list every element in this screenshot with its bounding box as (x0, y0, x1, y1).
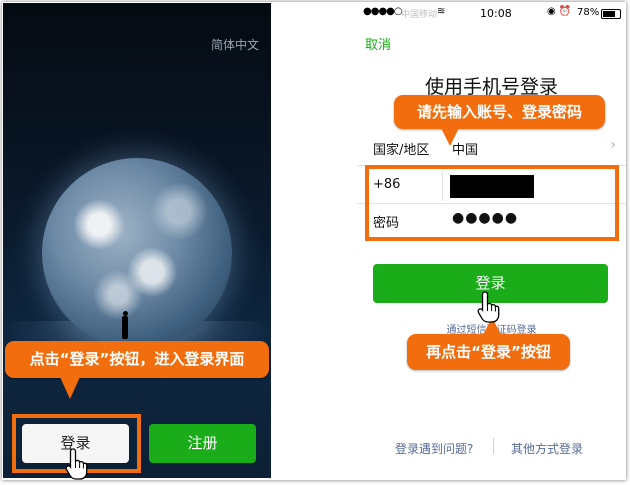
status-icons: ◉ ⏰ (547, 6, 572, 17)
welcome-screen: 简体中文 (3, 3, 271, 478)
chevron-right-icon: › (610, 137, 616, 153)
country-selector[interactable]: 国家/地区 中国 › (357, 135, 626, 165)
person-silhouette (122, 311, 128, 339)
callout-click-login: 点击“登录”按钮，进入登录界面 (5, 341, 269, 378)
status-time: 10:08 (480, 7, 512, 20)
battery-icon (601, 9, 621, 19)
divider (493, 438, 494, 454)
credentials-highlight (365, 165, 619, 241)
earth-image (42, 158, 232, 348)
other-login-methods-link[interactable]: 其他方式登录 (511, 440, 583, 457)
register-button[interactable]: 注册 (149, 424, 256, 463)
callout-click-login-again: 再点击“登录”按钮 (407, 334, 570, 370)
callout-pointer (60, 377, 80, 399)
login-problem-link[interactable]: 登录遇到问题? (395, 440, 473, 457)
callout-pointer (441, 128, 459, 146)
signal-icon: ●●●●○ (363, 6, 403, 17)
battery-percent: 78% (577, 7, 600, 18)
carrier-name: 中国移动 (401, 10, 438, 20)
cancel-button[interactable]: 取消 (365, 34, 391, 53)
language-link[interactable]: 简体中文 (211, 36, 259, 53)
country-label: 国家/地区 (373, 143, 430, 158)
wifi-icon: ≋ (437, 6, 446, 17)
hand-pointer-icon (477, 291, 500, 323)
status-bar: ●●●●○ 中国移动 ≋ 10:08 ◉ ⏰ 78% (357, 3, 626, 23)
hand-pointer-icon (65, 448, 88, 480)
callout-enter-credentials: 请先输入账号、登录密码 (394, 95, 605, 129)
